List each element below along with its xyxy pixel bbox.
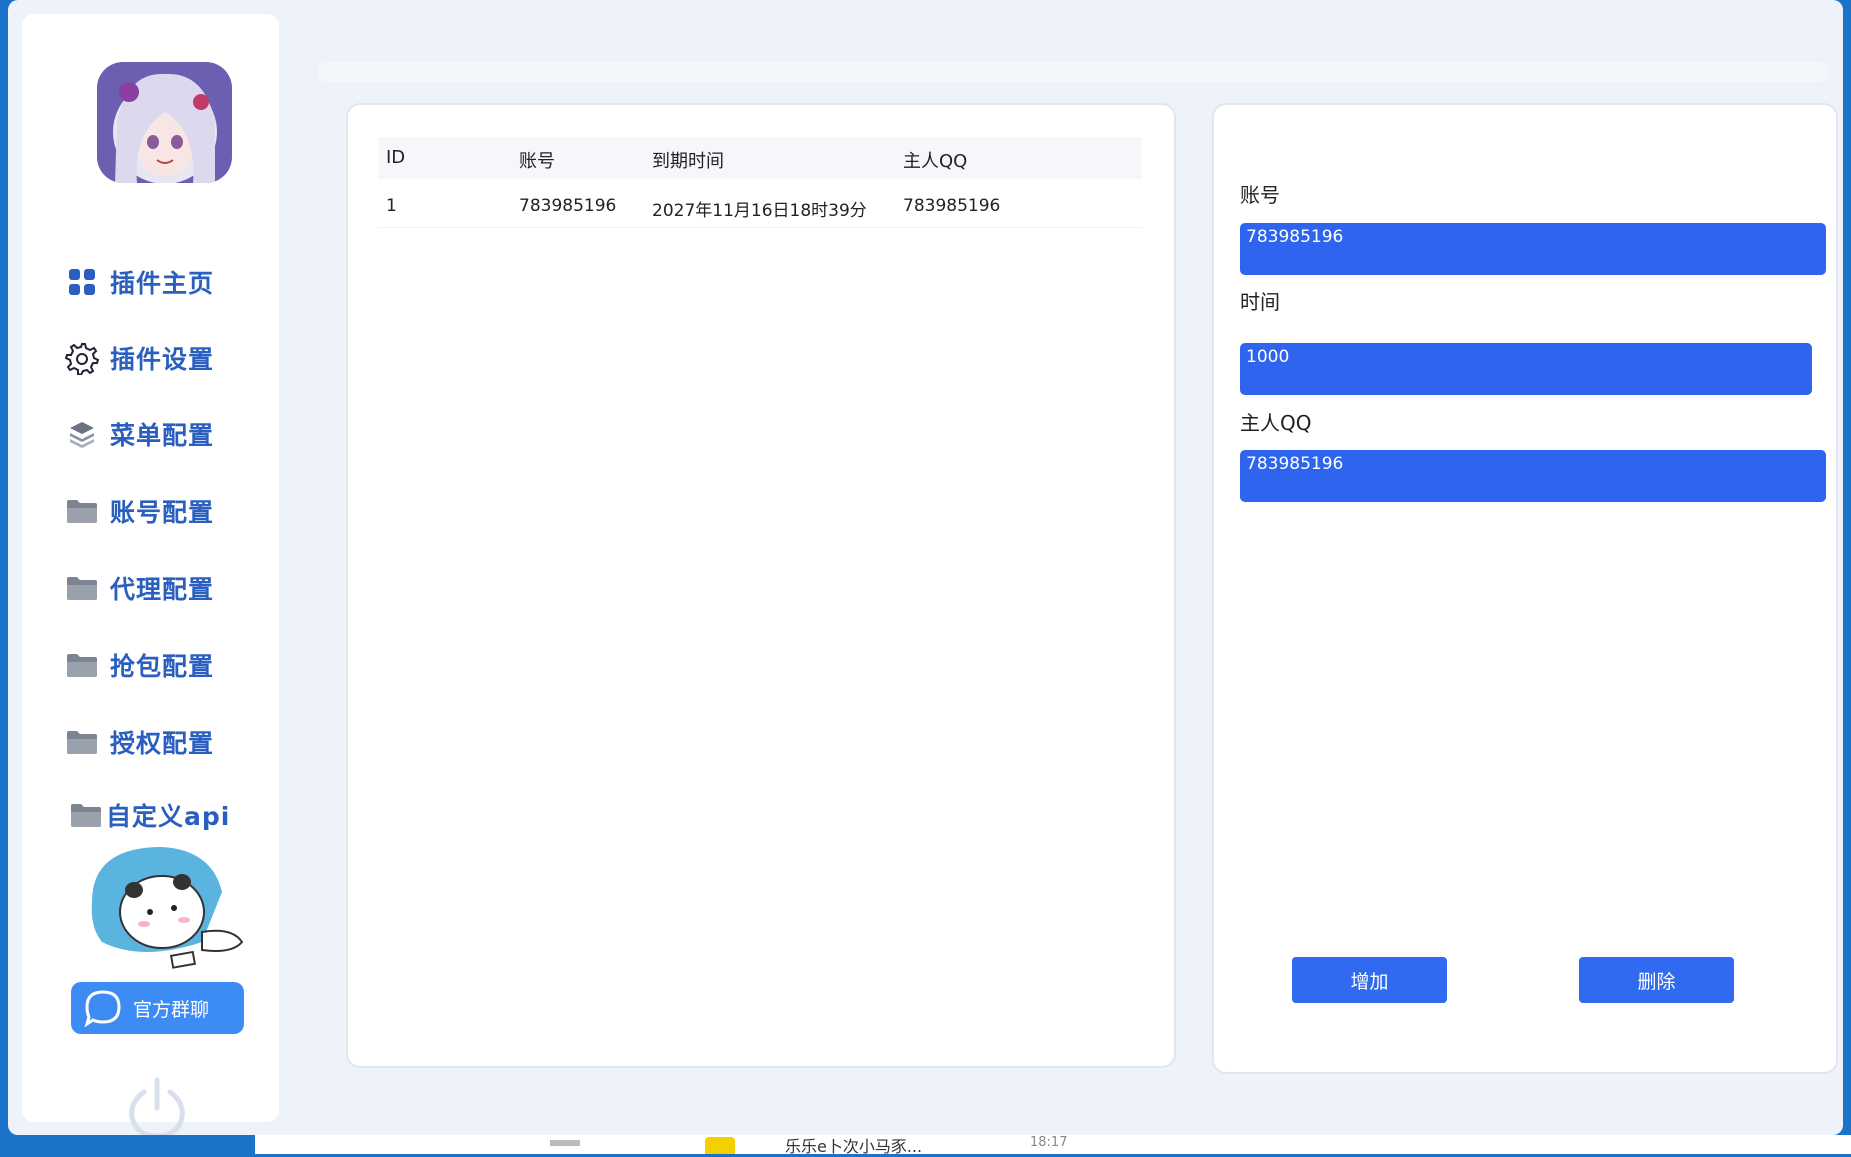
table-header: ID 账号 到期时间 主人QQ bbox=[378, 137, 1142, 179]
layers-icon bbox=[64, 416, 100, 452]
sidebar-item-label: 插件主页 bbox=[110, 269, 215, 298]
sidebar-item-label: 菜单配置 bbox=[110, 421, 215, 450]
owner-qq-input[interactable]: 783985196 bbox=[1240, 450, 1826, 502]
sidebar-item-plugin-settings[interactable]: 插件设置 bbox=[22, 330, 279, 386]
taskbar-app-icon[interactable] bbox=[705, 1137, 735, 1154]
account-label: 账号 bbox=[1240, 183, 1280, 207]
account-form-panel: 账号 783985196 时间 1000 主人QQ 783985196 增加 删… bbox=[1212, 103, 1838, 1074]
chat-bubble-icon bbox=[84, 990, 121, 1028]
delete-button[interactable]: 删除 bbox=[1579, 957, 1734, 1003]
avatar bbox=[97, 62, 232, 183]
sidebar-item-custom-api[interactable]: 自定义api bbox=[22, 787, 279, 843]
mascot-illustration bbox=[82, 842, 252, 972]
folder-icon bbox=[64, 570, 100, 606]
sidebar-item-plugin-home[interactable]: 插件主页 bbox=[22, 254, 279, 310]
sidebar-item-label: 授权配置 bbox=[110, 729, 215, 758]
time-input[interactable]: 1000 bbox=[1240, 343, 1812, 395]
sidebar-item-grab-config[interactable]: 抢包配置 bbox=[22, 637, 279, 693]
folder-icon bbox=[68, 797, 104, 833]
sidebar-item-label: 抢包配置 bbox=[110, 652, 215, 681]
sidebar-item-label: 插件设置 bbox=[110, 345, 215, 374]
account-table-panel: ID 账号 到期时间 主人QQ 1 783985196 2027年11月16日1… bbox=[346, 103, 1176, 1068]
taskbar-time: 18:17 bbox=[1030, 1135, 1068, 1150]
group-button-label: 官方群聊 bbox=[133, 998, 210, 1021]
cell-account: 783985196 bbox=[519, 196, 617, 216]
cell-owner-qq: 783985196 bbox=[903, 196, 1001, 216]
app-window: 插件主页 插件设置 菜单配置 账号配置 代理配置 抢包配置 授权配置 自定义ap… bbox=[8, 0, 1843, 1135]
gear-icon bbox=[64, 340, 100, 376]
account-input[interactable]: 783985196 bbox=[1240, 223, 1826, 275]
top-bar bbox=[318, 62, 1828, 82]
column-header-owner-qq[interactable]: 主人QQ bbox=[903, 147, 967, 173]
power-icon[interactable] bbox=[122, 1072, 192, 1135]
official-group-chat-button[interactable]: 官方群聊 bbox=[71, 982, 244, 1034]
folder-icon bbox=[64, 493, 100, 529]
sidebar-item-auth-config[interactable]: 授权配置 bbox=[22, 714, 279, 770]
taskbar-item-text[interactable]: 乐乐e卜次小马豕... bbox=[785, 1133, 922, 1157]
folder-icon bbox=[64, 724, 100, 760]
taskbar-indicator bbox=[550, 1140, 580, 1146]
owner-qq-label: 主人QQ bbox=[1240, 411, 1312, 435]
cell-id: 1 bbox=[386, 196, 397, 216]
folder-icon bbox=[64, 647, 100, 683]
sidebar-item-label: 自定义api bbox=[106, 802, 231, 831]
sidebar-item-menu-config[interactable]: 菜单配置 bbox=[22, 406, 279, 462]
taskbar: 乐乐e卜次小马豕... 18:17 bbox=[255, 1133, 1851, 1157]
sidebar-item-account-config[interactable]: 账号配置 bbox=[22, 483, 279, 539]
table-row[interactable]: 1 783985196 2027年11月16日18时39分 783985196 bbox=[378, 185, 1142, 228]
time-label: 时间 bbox=[1240, 290, 1280, 314]
add-button[interactable]: 增加 bbox=[1292, 957, 1447, 1003]
column-header-id[interactable]: ID bbox=[386, 147, 405, 168]
sidebar-item-label: 代理配置 bbox=[110, 575, 215, 604]
column-header-expiry[interactable]: 到期时间 bbox=[652, 147, 724, 173]
cell-expiry: 2027年11月16日18时39分 bbox=[652, 201, 867, 221]
sidebar: 插件主页 插件设置 菜单配置 账号配置 代理配置 抢包配置 授权配置 自定义ap… bbox=[22, 14, 279, 1135]
sidebar-item-label: 账号配置 bbox=[110, 498, 215, 527]
grid-icon bbox=[64, 264, 100, 300]
sidebar-item-proxy-config[interactable]: 代理配置 bbox=[22, 560, 279, 616]
column-header-account[interactable]: 账号 bbox=[519, 147, 555, 173]
